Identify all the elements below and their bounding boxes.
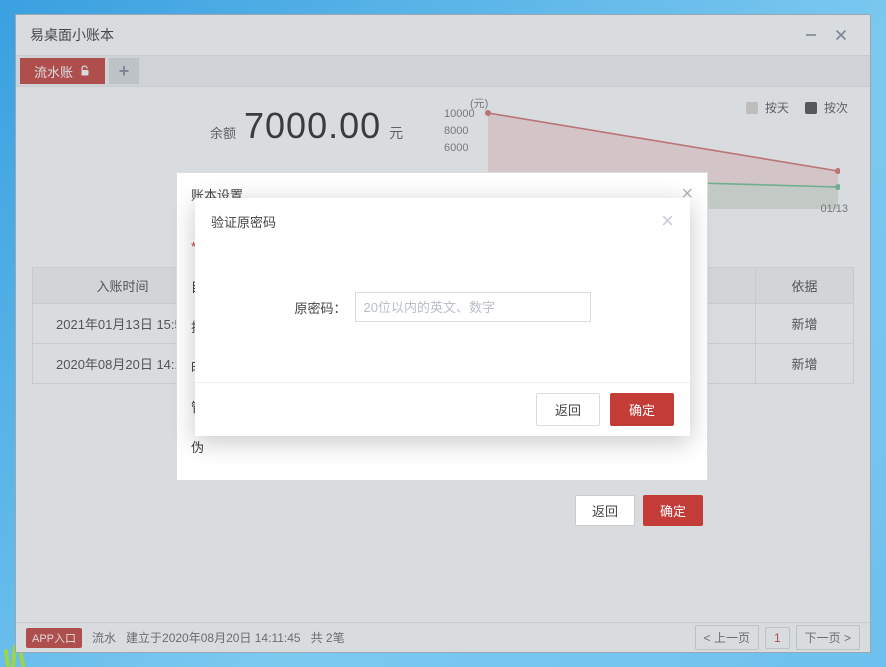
status-count: 共 2笔 [311, 629, 345, 646]
verify-modal-title: 验证原密码 [211, 212, 276, 231]
password-label: 原密码： [294, 298, 346, 317]
chart-ytick: 8000 [444, 125, 468, 137]
ok-button[interactable]: 确定 [610, 393, 674, 426]
toggle-by-count[interactable]: 按次 [805, 99, 848, 116]
cell-basis: 新增 [756, 344, 854, 384]
window-title: 易桌面小账本 [30, 25, 114, 45]
password-input[interactable] [355, 292, 591, 322]
chart-xtick: 01/13 [820, 203, 848, 215]
pagination: < 上一页 1 下一页 > [695, 625, 860, 650]
back-button[interactable]: 返回 [536, 393, 600, 426]
tab-add-button[interactable]: + [109, 58, 139, 84]
plus-icon: + [119, 61, 130, 82]
settings-back-button[interactable]: 返回 [575, 495, 635, 526]
chart-ytick: 6000 [444, 142, 468, 154]
settings-field-other: 伪 [191, 437, 204, 456]
toggle-by-count-label: 按次 [824, 99, 848, 116]
page-number: 1 [765, 627, 790, 649]
close-button[interactable] [826, 20, 856, 50]
minimize-button[interactable] [796, 20, 826, 50]
checkbox-icon [746, 102, 758, 114]
th-basis: 依据 [756, 268, 854, 304]
minimize-icon [805, 29, 817, 41]
app-entry-button[interactable]: APP入口 [26, 628, 82, 648]
balance-block: 余额 7000.00 元 [210, 105, 403, 147]
close-icon [835, 29, 847, 41]
verify-password-modal: 验证原密码 × 原密码： 返回 确定 [195, 198, 690, 436]
prev-page-button[interactable]: < 上一页 [695, 625, 759, 650]
password-form-row: 原密码： [215, 292, 670, 322]
tab-ledger[interactable]: 流水账 [20, 58, 105, 84]
tabbar: 流水账 + [16, 55, 870, 87]
tab-label: 流水账 [34, 62, 73, 81]
toggle-by-day[interactable]: 按天 [746, 99, 789, 116]
close-button[interactable]: × [661, 210, 674, 232]
unlock-icon [79, 65, 91, 77]
balance-label: 余额 [210, 123, 236, 142]
chart-ytick: 10000 [444, 108, 475, 120]
chart-toggle-row: 按天 按次 [746, 99, 848, 116]
next-page-button[interactable]: 下一页 > [796, 625, 860, 650]
status-ledger-name: 流水 [92, 629, 116, 646]
balance-unit: 元 [389, 123, 403, 143]
statusbar: APP入口 流水 建立于2020年08月20日 14:11:45 共 2笔 < … [16, 622, 870, 652]
checkbox-icon [805, 102, 817, 114]
balance-value: 7000.00 [244, 105, 381, 147]
settings-ok-button[interactable]: 确定 [643, 495, 703, 526]
cell-basis: 新增 [756, 304, 854, 344]
status-created: 建立于2020年08月20日 14:11:45 [126, 629, 301, 646]
toggle-by-day-label: 按天 [765, 99, 789, 116]
titlebar: 易桌面小账本 [16, 15, 870, 55]
